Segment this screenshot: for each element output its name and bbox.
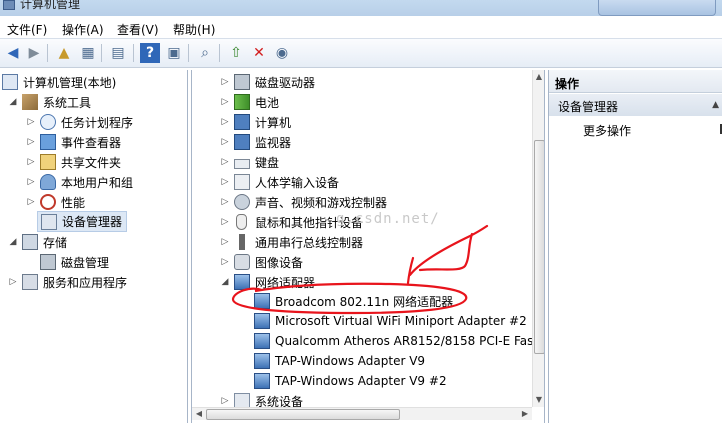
computer-management-window: 计算机管理 文件(F) 操作(A) 查看(V) 帮助(H) ◀ ▶ ▲ ▦ ▤ … <box>0 0 722 423</box>
collapse-caret-icon[interactable]: ▲ <box>712 100 719 110</box>
actions-pane: 操作 设备管理器 ▲ 更多操作 <box>548 70 722 423</box>
annotation-squiggle <box>406 224 489 285</box>
annotation-ellipse <box>231 282 468 315</box>
more-actions-link[interactable]: 更多操作 <box>583 122 631 139</box>
actions-header: 操作 <box>549 70 722 93</box>
actions-section-device-manager[interactable]: 设备管理器 <box>549 94 722 116</box>
